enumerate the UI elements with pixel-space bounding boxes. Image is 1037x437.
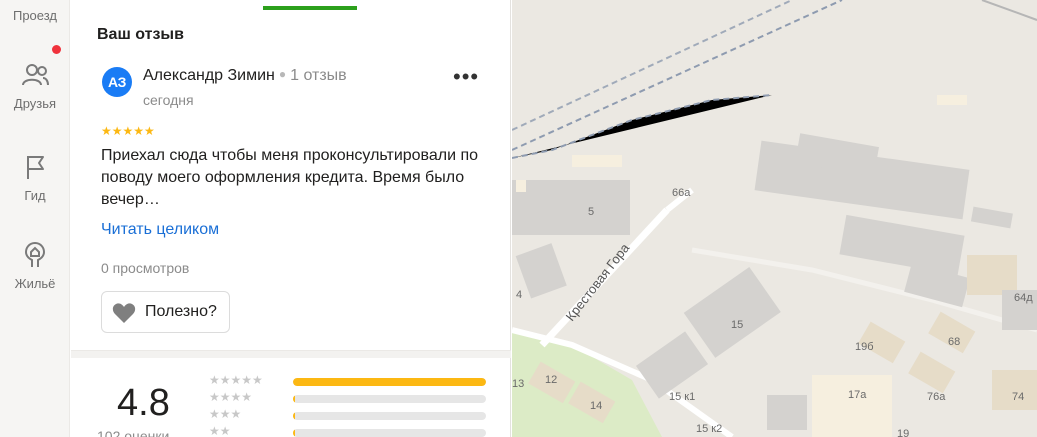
nav-item-housing[interactable]: Жильё <box>0 240 70 291</box>
heart-icon <box>112 303 136 323</box>
bar-fill <box>293 378 486 386</box>
map-canvas[interactable]: Крестовая Гора 66а 5 4 15 19б 68 64д 12 … <box>512 0 1037 437</box>
more-options-icon[interactable]: ••• <box>453 66 479 94</box>
svg-text:66а: 66а <box>672 187 691 199</box>
svg-text:15: 15 <box>731 319 743 331</box>
svg-text:17а: 17а <box>848 389 867 401</box>
bar-fill <box>293 395 295 403</box>
bar-stars: ★★★ <box>209 407 242 421</box>
active-tab-indicator <box>263 6 357 10</box>
svg-text:19б: 19б <box>855 341 874 353</box>
bar-track <box>293 395 486 403</box>
nav-item-label: Проезд <box>12 8 57 23</box>
side-nav: Проезд Друзья Гид Жильё <box>0 0 70 437</box>
read-more-link[interactable]: Читать целиком <box>101 221 219 239</box>
flag-icon <box>27 156 44 179</box>
svg-text:14: 14 <box>590 400 602 412</box>
svg-text:64д: 64д <box>1014 292 1033 304</box>
rating-count: 102 оценки <box>97 428 170 437</box>
svg-text:5: 5 <box>588 206 594 218</box>
bar-fill <box>293 429 295 437</box>
bar-fill <box>293 412 295 420</box>
review-author: Александр Зимин ● 1 отзыв <box>143 67 347 85</box>
views-count: 0 просмотров <box>101 260 190 276</box>
svg-text:76а: 76а <box>927 391 946 403</box>
map-view[interactable]: Крестовая Гора 66а 5 4 15 19б 68 64д 12 … <box>512 0 1037 437</box>
author-review-count: 1 отзыв <box>290 67 347 84</box>
nav-item-route[interactable]: Проезд <box>0 8 70 23</box>
nav-item-guide[interactable]: Гид <box>0 152 70 203</box>
nav-item-label: Жильё <box>14 276 56 291</box>
svg-text:68: 68 <box>948 336 960 348</box>
review-panel <box>71 0 511 437</box>
svg-text:15 к2: 15 к2 <box>696 423 722 435</box>
bar-track <box>293 378 486 386</box>
housing-icon <box>24 242 46 267</box>
author-name[interactable]: Александр Зимин <box>143 67 275 84</box>
bar-stars: ★★★★★ <box>209 373 263 387</box>
map-street-label: Крестовая Гора <box>563 240 633 324</box>
bar-stars: ★★★★ <box>209 390 253 404</box>
bar-track <box>293 429 486 437</box>
svg-text:19: 19 <box>897 428 909 437</box>
friends-icon <box>22 64 49 86</box>
nav-item-label: Гид <box>24 188 46 203</box>
section-divider <box>71 350 511 358</box>
bar-stars: ★★ <box>209 424 231 437</box>
review-rating-stars: ★★★★★ <box>101 124 155 138</box>
useful-label: Полезно? <box>145 303 217 320</box>
review-text: Приехал сюда чтобы меня проконсультирова… <box>101 147 479 208</box>
notification-badge <box>52 45 61 54</box>
svg-text:4: 4 <box>516 289 522 301</box>
nav-item-label: Друзья <box>13 96 57 111</box>
section-title: Ваш отзыв <box>97 26 184 43</box>
bar-track <box>293 412 486 420</box>
svg-text:74: 74 <box>1012 391 1024 403</box>
nav-item-friends[interactable]: Друзья <box>0 60 70 111</box>
overall-rating: 4.8 <box>117 382 170 424</box>
useful-button[interactable]: Полезно? <box>101 291 230 333</box>
svg-text:12: 12 <box>545 374 557 386</box>
review-date: сегодня <box>143 92 194 108</box>
avatar[interactable]: АЗ <box>102 67 132 97</box>
svg-text:15 к1: 15 к1 <box>669 391 695 403</box>
svg-text:13: 13 <box>512 378 524 390</box>
separator-dot: ● <box>278 67 287 81</box>
